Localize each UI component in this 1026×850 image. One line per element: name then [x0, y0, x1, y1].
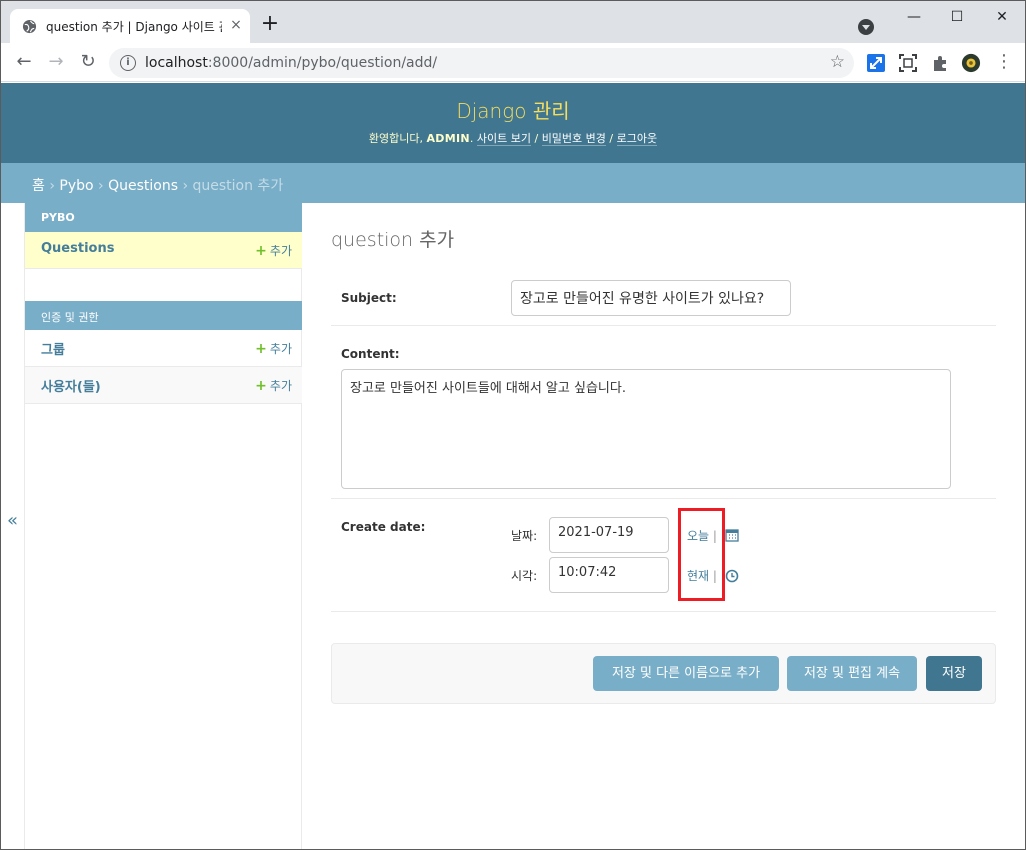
save-and-add-another-button[interactable]: 저장 및 다른 이름으로 추가	[593, 656, 779, 691]
sidebar-item-users[interactable]: 사용자(들) + 추가	[25, 367, 302, 404]
calendar-icon[interactable]	[725, 528, 739, 542]
sidebar-item-label[interactable]: Questions	[41, 241, 114, 256]
module-pybo: PYBO Questions + 추가	[25, 203, 302, 269]
tab-search-icon[interactable]	[858, 19, 874, 35]
module-auth: 인증 및 권한 그룹 + 추가 사용자(들) + 추가	[25, 301, 302, 404]
save-button[interactable]: 저장	[926, 656, 982, 691]
view-site-link[interactable]: 사이트 보기	[476, 132, 531, 146]
user-tools-separator: /	[530, 132, 542, 145]
module-caption[interactable]: 인증 및 권한	[25, 301, 302, 330]
form-row-content: Content: 장고로 만들어진 사이트들에 대해서 알고 싶습니다.	[331, 326, 996, 499]
django-admin-page: Django 관리 환영합니다, ADMIN. 사이트 보기 / 비밀번호 변경…	[1, 83, 1025, 849]
sidebar-item-questions[interactable]: Questions + 추가	[25, 232, 302, 269]
extension-arrows-icon[interactable]	[866, 53, 886, 73]
welcome-period: .	[469, 132, 477, 145]
welcome-text: 환영합니다,	[368, 132, 427, 145]
extensions-puzzle-icon[interactable]	[930, 53, 950, 73]
tab-close-icon[interactable]: ×	[228, 17, 244, 33]
plus-icon: +	[255, 378, 267, 394]
add-label: 추가	[269, 244, 292, 258]
tab-title: question 추가 | Django 사이트 관리	[46, 20, 222, 34]
form-row-create-date: Create date: 날짜: 2021-07-19 오늘 | 시각: 10:…	[331, 499, 996, 612]
submit-row: 저장 및 다른 이름으로 추가 저장 및 편집 계속 저장	[331, 643, 996, 704]
date-input[interactable]: 2021-07-19	[549, 517, 669, 553]
breadcrumb-home[interactable]: 홈	[32, 178, 45, 194]
new-tab-icon[interactable]: +	[259, 13, 281, 36]
page-title: question 추가	[331, 229, 455, 251]
breadcrumb-current: question 추가	[192, 178, 284, 194]
time-label: 시각:	[511, 569, 538, 583]
breadcrumb-app[interactable]: Pybo	[59, 178, 93, 194]
back-icon[interactable]: ←	[13, 51, 35, 73]
breadcrumb-separator: ›	[93, 178, 109, 194]
address-bar[interactable]: i localhost:8000/admin/pybo/question/add…	[109, 48, 854, 78]
sidebar-item-label[interactable]: 그룹	[41, 343, 65, 358]
add-label: 추가	[269, 342, 292, 356]
sidebar-item-label[interactable]: 사용자(들)	[41, 380, 101, 395]
create-date-label: Create date:	[341, 520, 426, 534]
admin-header: Django 관리 환영합니다, ADMIN. 사이트 보기 / 비밀번호 변경…	[1, 83, 1025, 163]
breadcrumb: 홈 › Pybo › Questions › question 추가	[1, 163, 1025, 203]
url-text[interactable]: localhost:8000/admin/pybo/question/add/	[145, 55, 437, 71]
date-label: 날짜:	[511, 529, 538, 543]
change-password-link[interactable]: 비밀번호 변경	[541, 132, 606, 146]
content-textarea[interactable]: 장고로 만들어진 사이트들에 대해서 알고 싶습니다.	[341, 369, 951, 489]
subject-input[interactable]: 장고로 만들어진 유명한 사이트가 있나요?	[511, 280, 791, 316]
annotation-highlight-box	[678, 508, 725, 601]
subject-label: Subject:	[341, 291, 397, 305]
minimize-icon[interactable]: —	[894, 7, 934, 27]
add-questions-link[interactable]: + 추가	[255, 242, 292, 259]
bookmark-star-icon[interactable]: ☆	[830, 52, 845, 72]
clock-icon[interactable]	[725, 569, 739, 583]
logout-link[interactable]: 로그아웃	[616, 132, 658, 146]
site-info-icon[interactable]: i	[120, 55, 136, 71]
globe-icon	[22, 19, 37, 34]
content-label: Content:	[341, 347, 400, 361]
sidebar-toggle-icon[interactable]: «	[1, 203, 25, 849]
breadcrumb-separator: ›	[44, 178, 60, 194]
sidebar-item-groups[interactable]: 그룹 + 추가	[25, 330, 302, 367]
title-bar: question 추가 | Django 사이트 관리 × + — ☐ ✕	[1, 1, 1025, 43]
form-row-subject: Subject: 장고로 만들어진 유명한 사이트가 있나요?	[331, 266, 996, 326]
user-tools: 환영합니다, ADMIN. 사이트 보기 / 비밀번호 변경 / 로그아웃	[1, 130, 1025, 146]
url-host: localhost	[145, 55, 208, 71]
add-users-link[interactable]: + 추가	[255, 377, 292, 394]
plus-icon: +	[255, 243, 267, 259]
browser-menu-icon[interactable]: ⋮	[993, 51, 1015, 73]
add-groups-link[interactable]: + 추가	[255, 340, 292, 357]
window-close-icon[interactable]: ✕	[982, 7, 1022, 27]
browser-window: question 추가 | Django 사이트 관리 × + — ☐ ✕ ← …	[0, 0, 1026, 850]
profile-avatar-icon[interactable]	[961, 53, 981, 73]
site-branding[interactable]: Django 관리	[1, 95, 1025, 124]
nav-sidebar: « PYBO Questions + 추가 인증 및 권한 그룹 + 추가 사용자(…	[1, 203, 302, 849]
save-and-continue-button[interactable]: 저장 및 편집 계속	[787, 656, 917, 691]
module-caption[interactable]: PYBO	[25, 203, 302, 232]
breadcrumb-model[interactable]: Questions	[108, 178, 178, 194]
url-path: :8000/admin/pybo/question/add/	[207, 55, 438, 71]
browser-tab[interactable]: question 추가 | Django 사이트 관리 ×	[10, 9, 250, 43]
breadcrumb-separator: ›	[178, 178, 193, 194]
screenshot-icon[interactable]	[898, 53, 918, 73]
forward-icon[interactable]: →	[45, 51, 67, 73]
plus-icon: +	[255, 341, 267, 357]
add-label: 추가	[269, 379, 292, 393]
browser-toolbar: ← → ↻ i localhost:8000/admin/pybo/questi…	[1, 43, 1025, 82]
time-input[interactable]: 10:07:42	[549, 557, 669, 593]
username: ADMIN	[426, 132, 470, 145]
user-tools-separator: /	[605, 132, 617, 145]
maximize-icon[interactable]: ☐	[937, 7, 977, 27]
reload-icon[interactable]: ↻	[77, 51, 99, 73]
